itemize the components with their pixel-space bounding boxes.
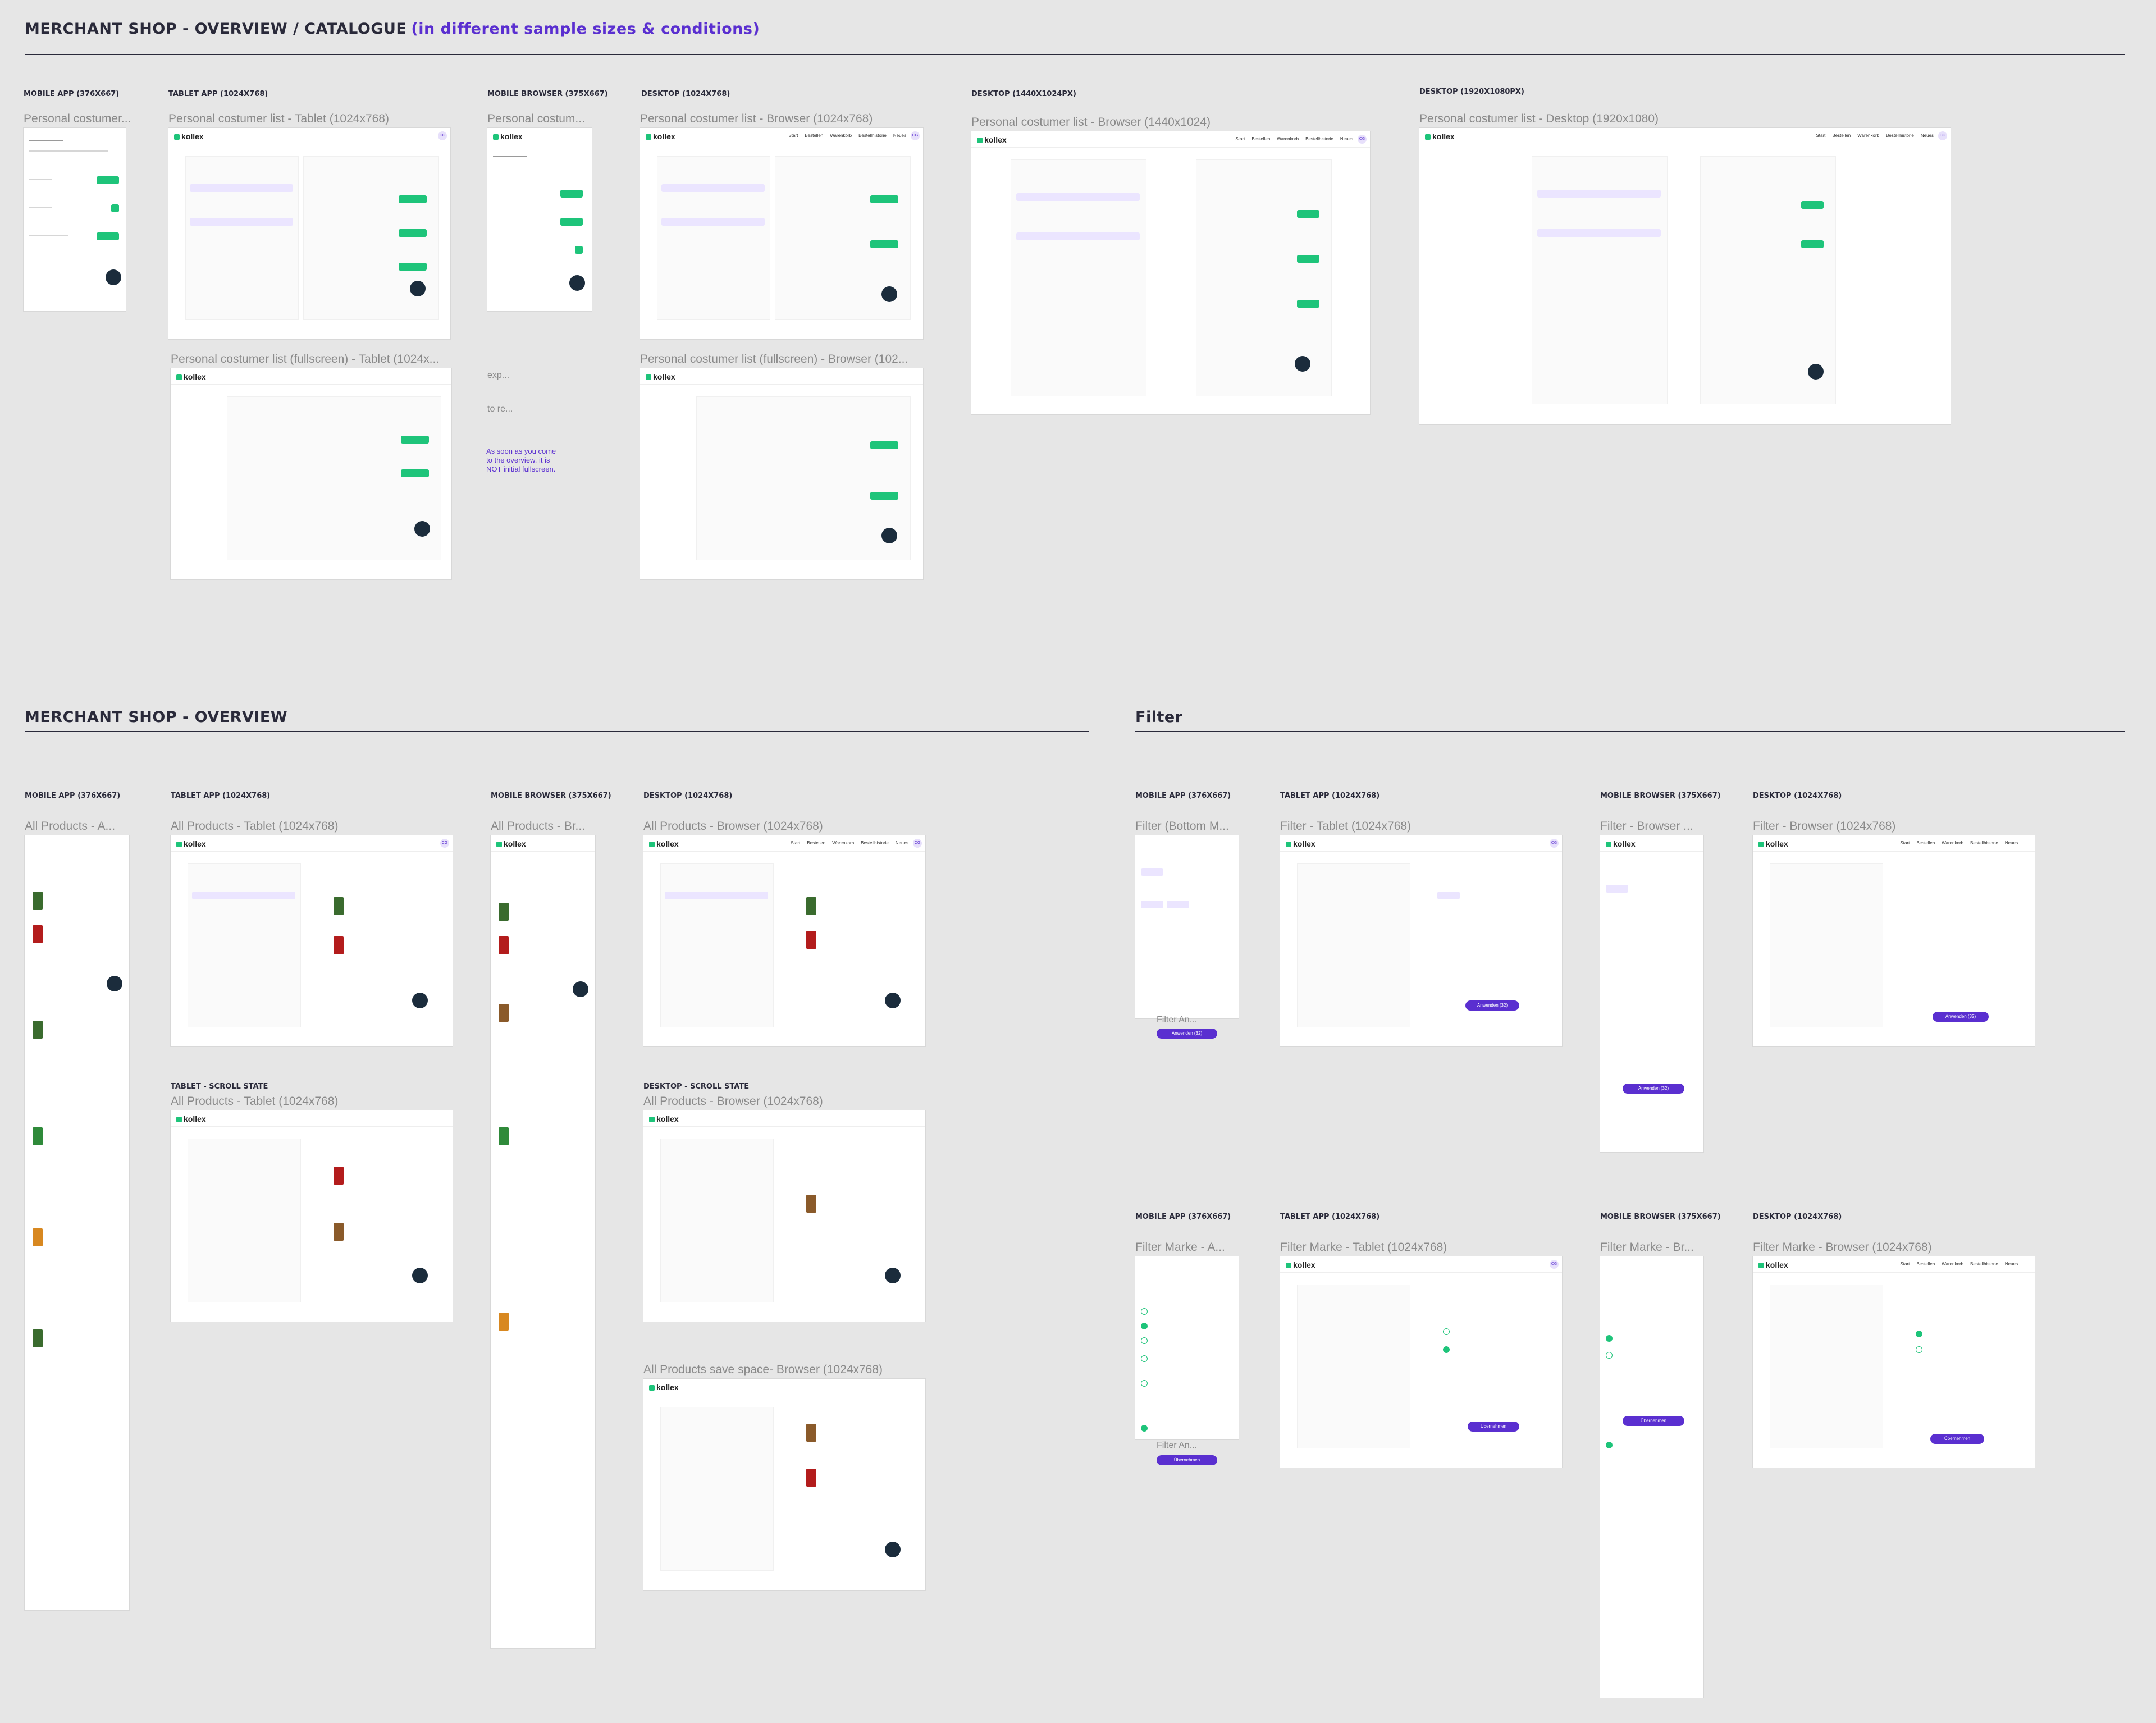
overview-heading: MERCHANT SHOP - OVERVIEW: [25, 709, 288, 726]
label-tablet-app: TABLET APP (1024X768): [1280, 1213, 1380, 1221]
frame-title: All Products - Tablet (1024x768): [171, 820, 339, 833]
mobile-app-products-frame: [25, 835, 129, 1610]
frame-title: Filter Marke - Br...: [1600, 1241, 1694, 1254]
filter-marke-mobile-browser-frame: Übernehmen: [1600, 1256, 1703, 1698]
frame-title: Personal costumer list - Tablet (1024x76…: [168, 112, 389, 125]
frame-title: Personal costumer...: [24, 112, 131, 125]
browser-1440-frame: kollex Start Bestellen Warenkorb Bestellhist…: [971, 131, 1370, 414]
frame-title: All Products - Browser (1024x768): [643, 820, 823, 833]
label-mobile-browser: MOBILE BROWSER (375X667): [1600, 792, 1721, 800]
browser-fullscreen-frame: kollex: [640, 368, 923, 579]
note-fullscreen: As soon as you come to the overview, it …: [486, 447, 556, 473]
filter-rule: [1135, 731, 2125, 732]
apply-button[interactable]: Anwenden (32): [1933, 1012, 1989, 1022]
apply-button[interactable]: Anwenden (32): [1157, 1029, 1217, 1039]
filter-mobile-browser-frame: kollex Anwenden (32): [1600, 835, 1703, 1152]
browser-save-space-frame: kollex: [643, 1379, 925, 1590]
label-desktop: DESKTOP (1024X768): [643, 792, 733, 800]
tablet-products-frame: kollex CG: [171, 835, 453, 1046]
browser-scroll-frame: kollex: [643, 1110, 925, 1322]
frame-title: All Products save space- Browser (1024x7…: [643, 1363, 883, 1376]
frame-title: Personal costumer list (fullscreen) - Br…: [640, 353, 908, 365]
frame-title: All Products - Tablet (1024x768): [171, 1095, 339, 1108]
note-tore: to re...: [487, 404, 513, 414]
frame-title: All Products - Browser (1024x768): [643, 1095, 823, 1108]
note-exp: exp...: [487, 371, 510, 380]
filter-browser-frame: kollex Start Bestellen Warenkorb Bestellhist…: [1753, 835, 2035, 1046]
catalogue-rule: [25, 54, 2125, 55]
mobile-browser-products-frame: kollex: [491, 835, 595, 1648]
accept-button[interactable]: Übernehmen: [1157, 1455, 1217, 1465]
label-mobile-app: MOBILE APP (376X667): [24, 90, 120, 98]
filter-marke-tablet-frame: kollex CG Übernehmen: [1280, 1256, 1562, 1468]
frame-title: Filter Marke - A...: [1135, 1241, 1225, 1254]
label-mobile-app: MOBILE APP (376X667): [1135, 792, 1231, 800]
mobile-browser-frame: kollex: [487, 128, 592, 311]
label-desktop: DESKTOP (1024X768): [1753, 1213, 1842, 1221]
frame-title: Personal costumer list - Desktop (1920x1…: [1419, 112, 1659, 125]
apply-button[interactable]: Anwenden (32): [1465, 1000, 1519, 1011]
frame-title: All Products - A...: [25, 820, 116, 833]
filter-an-text: Filter An...: [1157, 1015, 1198, 1025]
desktop-1920-frame: kollex Start Bestellen Warenkorb Bestellhist…: [1419, 128, 1951, 424]
accept-button[interactable]: Übernehmen: [1930, 1434, 1984, 1444]
label-mobile-browser: MOBILE BROWSER (375X667): [487, 90, 608, 98]
frame-title: Filter - Browser ...: [1600, 820, 1693, 833]
tablet-scroll-frame: kollex: [171, 1110, 453, 1322]
frame-title: All Products - Br...: [491, 820, 586, 833]
label-tablet-scroll: TABLET - SCROLL STATE: [171, 1082, 268, 1091]
accept-button[interactable]: Übernehmen: [1623, 1416, 1684, 1426]
apply-button[interactable]: Anwenden (32): [1623, 1084, 1684, 1094]
tablet-fullscreen-frame: kollex: [171, 368, 451, 579]
filter-tablet-frame: kollex CG Anwenden (32): [1280, 835, 1562, 1046]
label-mobile-browser: MOBILE BROWSER (375X667): [491, 792, 611, 800]
label-mobile-app: MOBILE APP (376X667): [1135, 1213, 1231, 1221]
label-desktop-scroll: DESKTOP - SCROLL STATE: [643, 1082, 750, 1091]
catalogue-heading: MERCHANT SHOP - OVERVIEW / CATALOGUE (in …: [25, 20, 760, 38]
filter-marke-browser-frame: kollex Start Bestellen Warenkorb Bestellhist…: [1753, 1256, 2035, 1468]
overview-rule: [25, 731, 1089, 732]
browser-products-frame: kollex Start Bestellen Warenkorb Bestellhist…: [643, 835, 925, 1046]
frame-title: Personal costumer list - Browser (1024x7…: [640, 112, 873, 125]
frame-title: Filter (Bottom M...: [1135, 820, 1229, 833]
tablet-frame: kollex CG: [168, 128, 450, 339]
label-tablet-app: TABLET APP (1024X768): [1280, 792, 1380, 800]
accept-button[interactable]: Übernehmen: [1468, 1422, 1519, 1432]
filter-heading: Filter: [1135, 709, 1183, 726]
frame-title: Filter - Browser (1024x768): [1753, 820, 1896, 833]
label-desktop-1920: DESKTOP (1920X1080PX): [1419, 88, 1524, 96]
label-desktop: DESKTOP (1024X768): [1753, 792, 1842, 800]
label-tablet-app: TABLET APP (1024X768): [168, 90, 268, 98]
label-desktop-1440: DESKTOP (1440X1024PX): [971, 90, 1076, 98]
frame-title: Filter Marke - Tablet (1024x768): [1280, 1241, 1447, 1254]
frame-title: Personal costum...: [487, 112, 585, 125]
frame-title: Personal costumer list - Browser (1440x1…: [971, 116, 1211, 129]
mobile-app-frame: [24, 128, 126, 311]
label-mobile-app: MOBILE APP (376X667): [25, 792, 121, 800]
filter-mobile-frame: [1135, 835, 1239, 1018]
label-mobile-browser: MOBILE BROWSER (375X667): [1600, 1213, 1721, 1221]
frame-title: Personal costumer list (fullscreen) - Ta…: [171, 353, 440, 365]
label-tablet-app: TABLET APP (1024X768): [171, 792, 271, 800]
browser-frame: kollex Start Bestellen Warenkorb Bestellhist…: [640, 128, 923, 339]
label-desktop: DESKTOP (1024X768): [641, 90, 730, 98]
frame-title: Filter - Tablet (1024x768): [1280, 820, 1412, 833]
filter-an-text: Filter An...: [1157, 1441, 1198, 1450]
filter-marke-mobile-frame: [1135, 1256, 1239, 1439]
frame-title: Filter Marke - Browser (1024x768): [1753, 1241, 1932, 1254]
